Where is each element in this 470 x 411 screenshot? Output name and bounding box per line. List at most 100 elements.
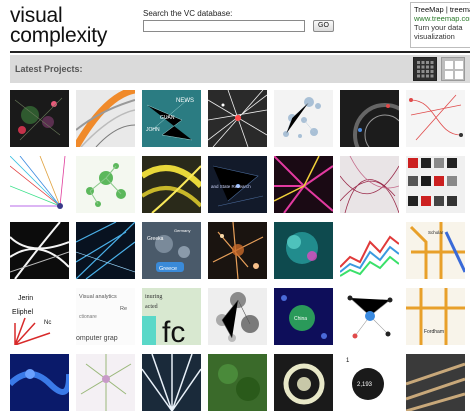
project-thumbnail[interactable] bbox=[406, 90, 465, 147]
project-thumbnail[interactable] bbox=[340, 90, 399, 147]
project-thumbnail[interactable] bbox=[76, 222, 135, 279]
project-thumbnail[interactable] bbox=[208, 90, 267, 147]
project-thumbnail[interactable] bbox=[142, 156, 201, 213]
large-grid-view-button[interactable] bbox=[441, 57, 465, 81]
project-thumbnail[interactable]: Fordham bbox=[406, 288, 465, 345]
radial-burst-thumbnail bbox=[10, 156, 69, 213]
project-thumbnail[interactable] bbox=[274, 90, 333, 147]
project-thumbnail[interactable]: Greeka Germany Greece bbox=[142, 222, 201, 279]
tile-label: Greeka bbox=[147, 236, 164, 242]
ad-description-line-1: Turn your data bbox=[414, 23, 463, 32]
project-thumbnail[interactable] bbox=[10, 354, 69, 411]
project-thumbnail[interactable]: inuring acted fc bbox=[142, 288, 201, 345]
green-node-thumbnail bbox=[76, 156, 135, 213]
white-web-thumbnail bbox=[208, 90, 267, 147]
project-thumbnail[interactable] bbox=[340, 222, 399, 279]
project-thumbnail[interactable]: 2,193 1 bbox=[340, 354, 399, 411]
large-grid-icon bbox=[445, 61, 463, 79]
project-thumbnail[interactable] bbox=[10, 90, 69, 147]
logo-line-2: complexity bbox=[10, 24, 108, 47]
ad-url[interactable]: www.treemap.com bbox=[414, 14, 470, 23]
greece-map-thumbnail: Greeka Germany Greece bbox=[142, 222, 201, 279]
bubble-cluster-thumbnail bbox=[274, 90, 333, 147]
header-divider bbox=[10, 51, 470, 53]
project-thumbnail-grid: NEWS GUAN JOHN and State Research Greeka… bbox=[10, 90, 470, 411]
tile-label: inuring bbox=[145, 294, 162, 300]
blue-beams-thumbnail bbox=[76, 222, 135, 279]
tile-label: acted bbox=[145, 304, 158, 310]
stacked-lines-thumbnail bbox=[340, 222, 399, 279]
project-thumbnail[interactable] bbox=[274, 222, 333, 279]
project-thumbnail[interactable] bbox=[76, 156, 135, 213]
project-thumbnail[interactable]: China bbox=[274, 288, 333, 345]
radial-arc-thumbnail bbox=[76, 90, 135, 147]
tile-label: Nc bbox=[44, 320, 51, 326]
green-texture-thumbnail bbox=[208, 354, 267, 411]
logo-line-1: visual bbox=[10, 4, 63, 27]
tile-label: Jerin bbox=[18, 295, 33, 302]
small-grid-view-button[interactable] bbox=[413, 57, 437, 81]
tile-label: China bbox=[294, 316, 307, 322]
orange-particles-thumbnail bbox=[208, 222, 267, 279]
tile-label: JOHN bbox=[146, 127, 160, 133]
word-cloud-thumbnail: Visual analytics Re ctionare omputer gra… bbox=[76, 288, 135, 345]
project-thumbnail[interactable] bbox=[406, 156, 465, 213]
pastel-web-thumbnail bbox=[76, 354, 135, 411]
tangle-thumbnail bbox=[340, 156, 399, 213]
latest-projects-bar: Latest Projects: bbox=[10, 55, 470, 83]
sunburst-text-thumbnail: Jerin Eliphel Nc bbox=[10, 288, 69, 345]
section-title: Latest Projects: bbox=[15, 64, 83, 74]
project-thumbnail[interactable] bbox=[340, 288, 399, 345]
tile-label: Scholar bbox=[428, 230, 444, 235]
project-thumbnail[interactable] bbox=[10, 222, 69, 279]
ad-title[interactable]: TreeMap | treemap bbox=[414, 5, 470, 14]
transit-map-thumbnail: Scholar bbox=[406, 222, 465, 279]
project-thumbnail[interactable]: Scholar bbox=[406, 222, 465, 279]
dot-network-thumbnail bbox=[340, 288, 399, 345]
project-thumbnail[interactable] bbox=[274, 354, 333, 411]
project-thumbnail[interactable] bbox=[274, 156, 333, 213]
ad-description-line-2: visualization bbox=[414, 32, 455, 41]
project-thumbnail[interactable] bbox=[142, 354, 201, 411]
project-thumbnail[interactable]: Jerin Eliphel Nc bbox=[10, 288, 69, 345]
small-grid-icon bbox=[417, 61, 434, 78]
blue-splash-thumbnail bbox=[10, 354, 69, 411]
state-research-thumbnail: and State Research bbox=[208, 156, 267, 213]
project-thumbnail[interactable]: NEWS GUAN JOHN bbox=[142, 90, 201, 147]
tile-label: Fordham bbox=[424, 329, 444, 335]
tile-label: Germany bbox=[174, 228, 190, 233]
project-thumbnail[interactable]: and State Research bbox=[208, 156, 267, 213]
tile-label: 2,193 bbox=[357, 382, 373, 388]
tile-label: Eliphel bbox=[12, 309, 33, 316]
project-thumbnail[interactable] bbox=[76, 354, 135, 411]
site-logo[interactable]: visual complexity bbox=[10, 4, 108, 47]
go-button[interactable]: GO bbox=[313, 20, 334, 32]
tile-label: and State Research bbox=[211, 184, 251, 189]
white-streams-thumbnail bbox=[10, 222, 69, 279]
grey-circles-thumbnail bbox=[208, 288, 267, 345]
search-input[interactable] bbox=[143, 20, 305, 32]
dark-network-thumbnail bbox=[10, 90, 69, 147]
project-thumbnail[interactable] bbox=[340, 156, 399, 213]
tile-label: omputer grap bbox=[76, 335, 118, 342]
project-thumbnail[interactable] bbox=[10, 156, 69, 213]
link-diagram-thumbnail bbox=[406, 90, 465, 147]
project-thumbnail[interactable] bbox=[76, 90, 135, 147]
ad-box[interactable]: TreeMap | treemap www.treemap.com Turn y… bbox=[410, 2, 470, 48]
magenta-rays-thumbnail bbox=[274, 156, 333, 213]
diagonal-bands-thumbnail bbox=[406, 354, 465, 411]
tile-label: NEWS bbox=[176, 98, 194, 104]
tile-label: Greece bbox=[159, 266, 177, 272]
tile-label: ctionare bbox=[79, 314, 97, 320]
project-thumbnail[interactable] bbox=[208, 354, 267, 411]
cyan-cloud-thumbnail bbox=[274, 222, 333, 279]
project-thumbnail[interactable] bbox=[208, 288, 267, 345]
yellow-flow-thumbnail bbox=[142, 156, 201, 213]
tile-label: Visual analytics bbox=[79, 294, 117, 300]
tile-label: Re bbox=[120, 306, 127, 312]
project-thumbnail[interactable]: Visual analytics Re ctionare omputer gra… bbox=[76, 288, 135, 345]
count-circle-thumbnail: 2,193 1 bbox=[340, 354, 399, 411]
project-thumbnail[interactable] bbox=[208, 222, 267, 279]
arc-rings-thumbnail bbox=[340, 90, 399, 147]
project-thumbnail[interactable] bbox=[406, 354, 465, 411]
